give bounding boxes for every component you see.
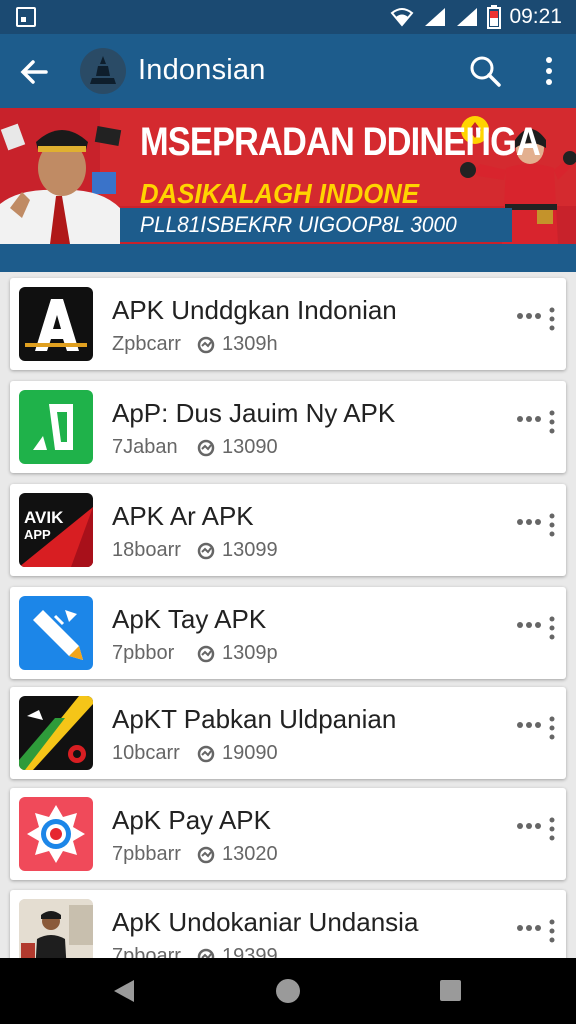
banner-footer-bar: [0, 244, 576, 272]
app-subtitle: 7Jaban: [112, 436, 178, 458]
list-item[interactable]: ApK Tay APK 7pbbor 1309p: [10, 587, 566, 679]
app-count: 13099: [222, 539, 278, 561]
search-icon[interactable]: [468, 54, 502, 88]
app-count: 1309h: [222, 333, 278, 355]
more-vert-icon[interactable]: [537, 54, 561, 88]
app-bar: Indonsian: [0, 34, 576, 108]
app-title: ApK Undokaniar Undansia: [112, 907, 419, 937]
app-count: 13020: [222, 843, 278, 865]
app-count: 1309p: [222, 642, 278, 664]
app-title: APK Ar APK: [112, 501, 254, 531]
letter-a-icon: [19, 287, 93, 361]
list-item[interactable]: ApK Pay APK 7pbbarr 13020: [10, 788, 566, 880]
chat-icon: [197, 336, 215, 354]
status-bar: 09:21: [0, 0, 576, 34]
blue-pencil-icon: [19, 596, 93, 670]
app-title: ApK Tay APK: [112, 604, 267, 634]
app-title: ApKT Pabkan Uldpanian: [112, 704, 397, 734]
app-subtitle: 7pbbor: [112, 642, 175, 664]
banner-subheadline: DASIKALAGH INDONE: [140, 178, 420, 209]
app-subtitle: 18boarr: [112, 539, 181, 561]
nav-back-icon[interactable]: [112, 978, 136, 1004]
signal-icon: [457, 8, 478, 26]
chat-icon: [197, 542, 215, 560]
more-options-icon[interactable]: [516, 918, 558, 944]
list-item[interactable]: ApP: Dus Jauim Ny APK 7Jaban 13090: [10, 381, 566, 473]
page-title: Indonsian: [138, 54, 266, 86]
red-avik-app-icon: AVIK APP: [19, 493, 93, 567]
app-count: 13090: [222, 436, 278, 458]
green-yellow-stripe-icon: [19, 696, 93, 770]
wifi-icon: [391, 8, 414, 27]
green-d-icon: [19, 390, 93, 464]
app-subtitle: Zpbcarr: [112, 333, 181, 355]
battery-icon: [487, 5, 502, 29]
status-icons: 09:21: [389, 4, 562, 30]
app-title: ApK Pay APK: [112, 805, 271, 835]
banner-headline: MSEPRADAN DDINEI'IGA: [140, 120, 541, 164]
app-logo[interactable]: [80, 48, 126, 94]
icon-label-avik: AVIK: [24, 508, 64, 527]
banner-caption: PLL81ISBEKRR UIGOOP8L 3000: [140, 212, 457, 237]
more-options-icon[interactable]: [516, 512, 558, 538]
more-options-icon[interactable]: [516, 715, 558, 741]
app-title: APK Unddgkan Indonian: [112, 295, 397, 325]
nav-recents-icon[interactable]: [440, 980, 461, 1001]
chat-icon: [197, 846, 215, 864]
chat-icon: [197, 439, 215, 457]
clock: 09:21: [509, 5, 562, 28]
list-item[interactable]: ApKT Pabkan Uldpanian 10bcarr 19090: [10, 687, 566, 779]
screen-cast-icon: [16, 7, 36, 27]
chat-icon: [197, 745, 215, 763]
more-options-icon[interactable]: [516, 409, 558, 435]
app-subtitle: 10bcarr: [112, 742, 180, 764]
chat-icon: [197, 645, 215, 663]
icon-label-app: APP: [24, 527, 51, 542]
nav-home-icon[interactable]: [276, 979, 300, 1003]
app-count: 19090: [222, 742, 278, 764]
back-arrow-icon[interactable]: [18, 56, 50, 88]
signal-icon: [425, 8, 446, 26]
target-icon: [19, 797, 93, 871]
more-options-icon[interactable]: [516, 615, 558, 641]
more-options-icon[interactable]: [516, 306, 558, 332]
app-subtitle: 7pbbarr: [112, 843, 181, 865]
app-title: ApP: Dus Jauim Ny APK: [112, 398, 396, 428]
promo-banner[interactable]: MSEPRADAN DDINEI'IGA DASIKALAGH INDONE P…: [0, 108, 576, 244]
navigation-bar: [0, 958, 576, 1024]
more-options-icon[interactable]: [516, 816, 558, 842]
list-item[interactable]: AVIK APP APK Ar APK 18boarr 13099: [10, 484, 566, 576]
list-item[interactable]: APK Unddgkan Indonian Zpbcarr 1309h: [10, 278, 566, 370]
